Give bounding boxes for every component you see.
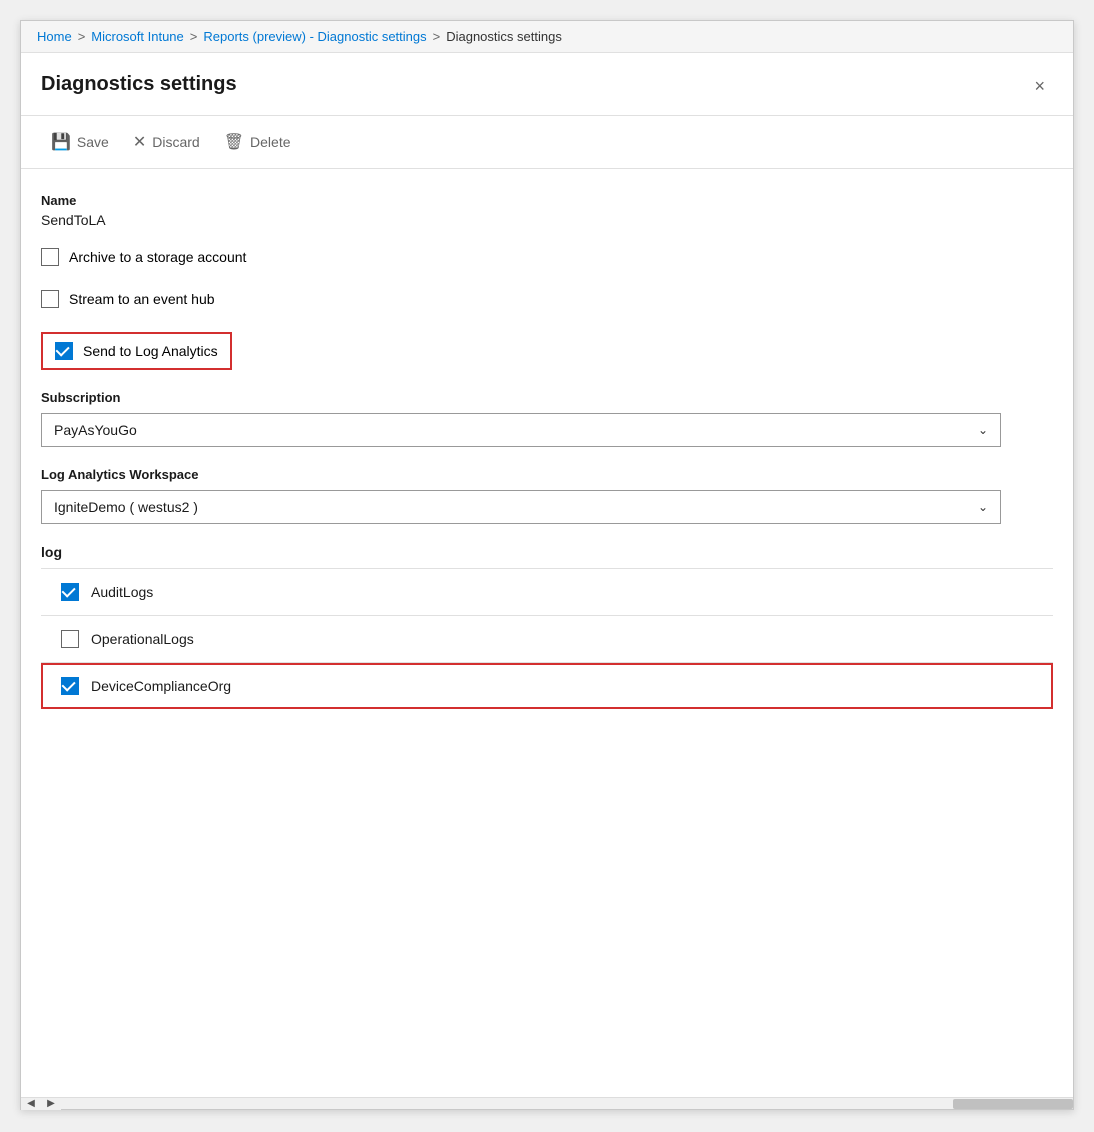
diagnostics-settings-window: Home > Microsoft Intune > Reports (previ… <box>20 20 1074 1110</box>
delete-button[interactable]: 🗑 Delete <box>214 126 301 158</box>
content-area: Name SendToLA Archive to a storage accou… <box>21 169 1073 1097</box>
scrollbar-thumb[interactable] <box>953 1099 1073 1109</box>
toolbar: 💾 Save ✕ Discard 🗑 Delete <box>21 116 1073 169</box>
nav-arrows: ◀ ▶ <box>21 1098 61 1110</box>
breadcrumb: Home > Microsoft Intune > Reports (previ… <box>21 21 1073 53</box>
subscription-value: PayAsYouGo <box>54 422 137 438</box>
log-item-auditlogs[interactable]: AuditLogs <box>41 569 1053 616</box>
workspace-label: Log Analytics Workspace <box>41 467 1053 482</box>
chevron-down-icon-2: ⌄ <box>978 500 988 514</box>
stream-checkbox-container[interactable]: Stream to an event hub <box>41 290 215 308</box>
delete-icon: 🗑 <box>224 132 244 152</box>
archive-checkbox-container[interactable]: Archive to a storage account <box>41 248 246 266</box>
subscription-dropdown[interactable]: PayAsYouGo ⌄ <box>41 413 1001 447</box>
breadcrumb-intune[interactable]: Microsoft Intune <box>91 29 184 44</box>
log-section-title: log <box>41 544 1053 569</box>
log-item-operationallogs[interactable]: OperationalLogs <box>41 616 1053 663</box>
archive-checkbox[interactable] <box>41 248 59 266</box>
send-to-la-checkbox[interactable] <box>55 342 73 360</box>
workspace-dropdown[interactable]: IgniteDemo ( westus2 ) ⌄ <box>41 490 1001 524</box>
archive-label: Archive to a storage account <box>69 249 246 265</box>
breadcrumb-sep-2: > <box>190 29 198 44</box>
chevron-down-icon: ⌄ <box>978 423 988 437</box>
scroll-left-button[interactable]: ◀ <box>21 1098 41 1110</box>
log-item-devicecomplianceorg[interactable]: DeviceComplianceOrg <box>41 663 1053 709</box>
discard-label: Discard <box>152 134 199 150</box>
horizontal-scrollbar[interactable]: ◀ ▶ <box>21 1097 1073 1109</box>
breadcrumb-sep-1: > <box>78 29 86 44</box>
scroll-right-button[interactable]: ▶ <box>41 1098 61 1110</box>
name-field-group: Name SendToLA <box>41 193 1053 228</box>
devicecomplianceorg-checkbox[interactable] <box>61 677 79 695</box>
stream-label: Stream to an event hub <box>69 291 215 307</box>
subscription-section: Subscription PayAsYouGo ⌄ <box>41 390 1053 447</box>
send-to-la-label: Send to Log Analytics <box>83 343 218 359</box>
operationallogs-checkbox[interactable] <box>61 630 79 648</box>
discard-icon: ✕ <box>133 132 146 152</box>
breadcrumb-current: Diagnostics settings <box>446 29 562 44</box>
page-title: Diagnostics settings <box>41 73 237 96</box>
name-label: Name <box>41 193 1053 208</box>
devicecomplianceorg-label: DeviceComplianceOrg <box>91 678 231 694</box>
breadcrumb-reports[interactable]: Reports (preview) - Diagnostic settings <box>203 29 426 44</box>
close-button[interactable]: × <box>1026 73 1053 99</box>
workspace-value: IgniteDemo ( westus2 ) <box>54 499 198 515</box>
send-to-la-row[interactable]: Send to Log Analytics <box>41 332 232 370</box>
save-icon: 💾 <box>51 132 71 152</box>
panel-header: Diagnostics settings × <box>21 53 1073 116</box>
delete-label: Delete <box>250 134 290 150</box>
stream-checkbox[interactable] <box>41 290 59 308</box>
save-label: Save <box>77 134 109 150</box>
auditlogs-label: AuditLogs <box>91 584 153 600</box>
name-value: SendToLA <box>41 212 1053 228</box>
operationallogs-label: OperationalLogs <box>91 631 194 647</box>
save-button[interactable]: 💾 Save <box>41 126 119 158</box>
archive-checkbox-row: Archive to a storage account <box>41 248 1053 266</box>
auditlogs-checkbox[interactable] <box>61 583 79 601</box>
subscription-label: Subscription <box>41 390 1053 405</box>
discard-button[interactable]: ✕ Discard <box>123 126 210 158</box>
workspace-section: Log Analytics Workspace IgniteDemo ( wes… <box>41 467 1053 524</box>
log-section: log AuditLogs OperationalLogs DeviceComp… <box>41 544 1053 709</box>
stream-checkbox-row: Stream to an event hub <box>41 290 1053 308</box>
breadcrumb-sep-3: > <box>433 29 441 44</box>
breadcrumb-home[interactable]: Home <box>37 29 72 44</box>
